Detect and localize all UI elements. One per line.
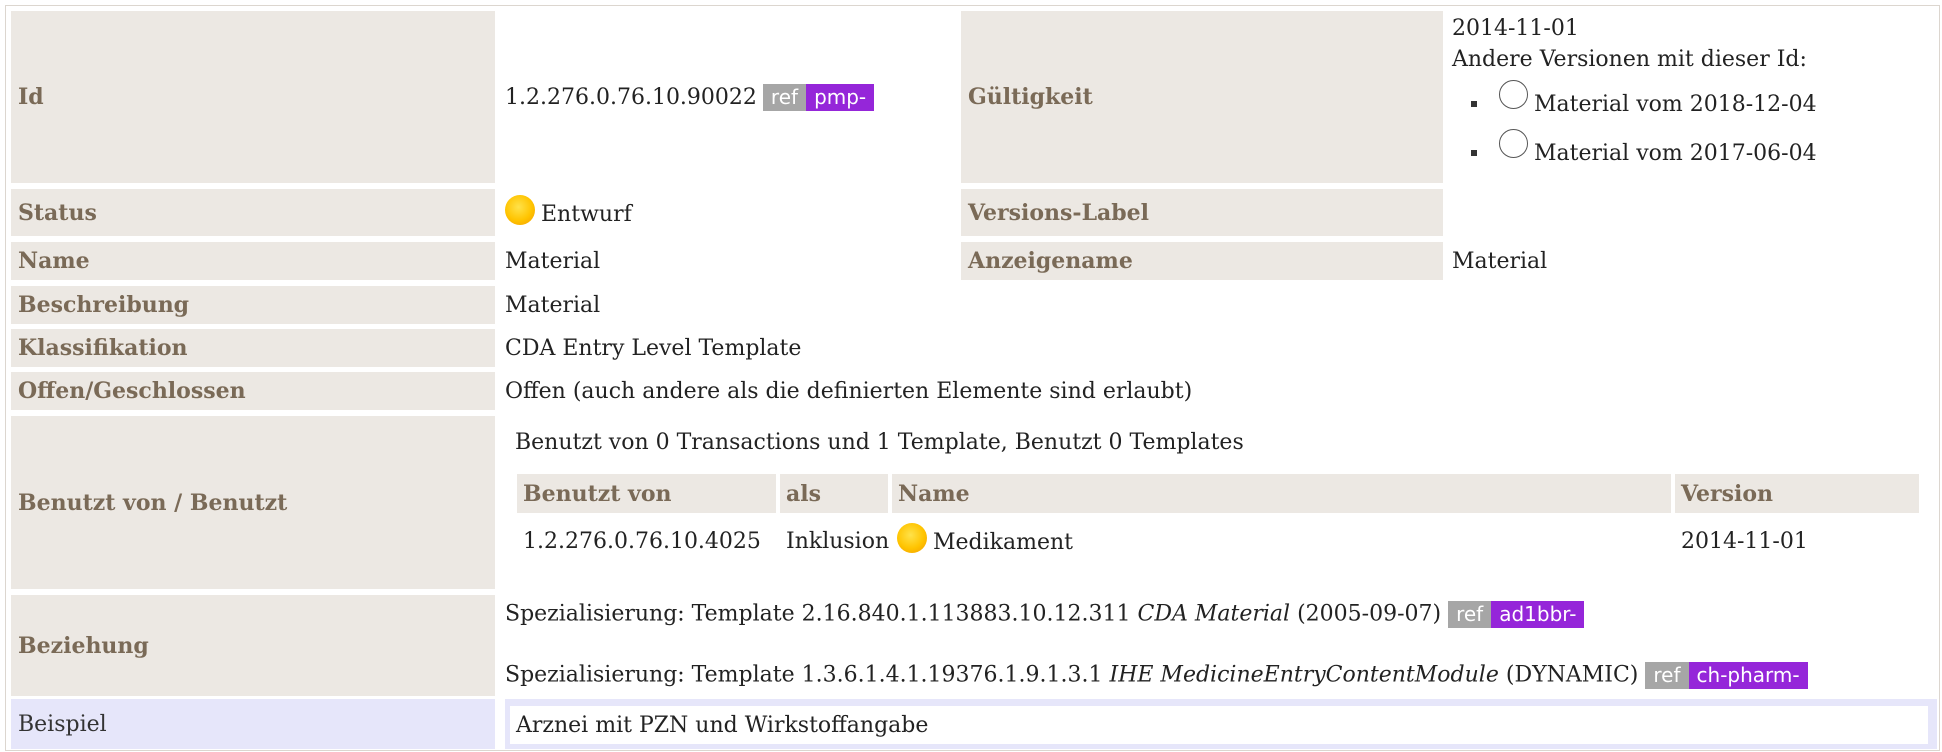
radio-icon[interactable]: [1499, 129, 1528, 158]
open-closed-label: Offen/Geschlossen: [11, 372, 495, 410]
id-label: Id: [11, 11, 495, 183]
other-versions-label: Andere Versionen mit dieser Id:: [1452, 47, 1807, 72]
display-name-value: Material: [1452, 248, 1548, 274]
radio-icon[interactable]: [1499, 80, 1528, 109]
ref-badge[interactable]: ref: [1645, 662, 1689, 689]
project-badge[interactable]: ad1bbr-: [1491, 601, 1585, 628]
draft-status-icon: [505, 195, 535, 225]
bullet-icon: [1471, 101, 1477, 107]
version-label-label: Versions-Label: [961, 189, 1443, 236]
project-badge[interactable]: ch-pharm-: [1688, 662, 1808, 689]
classification-value: CDA Entry Level Template: [505, 335, 802, 361]
status-value: Entwurf: [505, 195, 632, 227]
status-label: Status: [11, 189, 495, 236]
validity-label: Gültigkeit: [961, 11, 1443, 183]
relationship-item: Spezialisierung: Template 2.16.840.1.113…: [505, 601, 1585, 628]
validity-label-text: Gültigkeit: [968, 84, 1093, 110]
version-item-label: Material vom 2018-12-04: [1534, 92, 1817, 117]
version-item-2[interactable]: Material vom 2017-06-04: [1499, 129, 1817, 166]
ref-badge[interactable]: ref: [1448, 601, 1492, 628]
classification-label: Klassifikation: [11, 329, 495, 367]
name-label: Name: [11, 242, 495, 280]
status-label-text: Status: [18, 199, 97, 226]
display-name-label-text: Anzeigename: [968, 248, 1133, 274]
used-by-label: Benutzt von / Benutzt: [11, 416, 495, 589]
description-label: Beschreibung: [11, 286, 495, 324]
open-closed-value: Offen (auch andere als die definierten E…: [505, 378, 1193, 404]
bullet-icon: [1471, 150, 1477, 156]
version-label-text: Versions-Label: [968, 199, 1150, 226]
classification-label-text: Klassifikation: [18, 335, 188, 361]
ref-badge[interactable]: ref: [762, 83, 807, 111]
display-name-label: Anzeigename: [961, 242, 1443, 280]
version-item-1[interactable]: Material vom 2018-12-04: [1499, 80, 1817, 117]
relationship-prefix: Spezialisierung: Template 1.3.6.1.4.1.19…: [505, 662, 1103, 688]
used-by-label-text: Benutzt von / Benutzt: [18, 489, 288, 516]
relationship-prefix: Spezialisierung: Template 2.16.840.1.113…: [505, 601, 1131, 627]
example-label-text: Beispiel: [18, 711, 107, 737]
status-text: Entwurf: [541, 202, 632, 227]
relationship-label-text: Beziehung: [18, 632, 149, 659]
relationship-suffix: (DYNAMIC): [1505, 662, 1639, 688]
description-label-text: Beschreibung: [18, 292, 190, 318]
relationship-template-name[interactable]: CDA Material: [1138, 602, 1291, 627]
usage-version: 2014-11-01: [1681, 529, 1808, 554]
name-value: Material: [505, 248, 601, 274]
used-by-summary: Benutzt von 0 Transactions und 1 Templat…: [515, 430, 1244, 455]
relationship-template-name[interactable]: IHE MedicineEntryContentModule: [1110, 663, 1499, 688]
name-label-text: Name: [18, 248, 90, 274]
project-badge[interactable]: pmp-: [806, 83, 875, 111]
column-header-name: Name: [892, 474, 1671, 513]
version-item-label: Material vom 2017-06-04: [1534, 141, 1817, 166]
relationship-label: Beziehung: [11, 595, 495, 696]
validity-date: 2014-11-01: [1452, 16, 1579, 41]
id-value: 1.2.276.0.76.10.90022 ref pmp-: [505, 11, 875, 183]
relationship-item: Spezialisierung: Template 1.3.6.1.4.1.19…: [505, 662, 1808, 689]
usage-name[interactable]: Medikament: [897, 523, 1073, 555]
usage-name-text: Medikament: [933, 530, 1074, 555]
usage-template-id[interactable]: 1.2.276.0.76.10.4025: [523, 529, 761, 554]
template-id: 1.2.276.0.76.10.90022: [505, 84, 757, 110]
usage-type: Inklusion: [786, 529, 890, 554]
relationship-suffix: (2005-09-07): [1297, 601, 1442, 627]
id-label-text: Id: [18, 84, 44, 110]
open-closed-label-text: Offen/Geschlossen: [18, 378, 246, 404]
column-header-used-by: Benutzt von: [517, 474, 776, 513]
example-value: Arznei mit PZN und Wirkstoffangabe: [510, 706, 1928, 744]
draft-status-icon: [897, 523, 927, 553]
column-header-version: Version: [1675, 474, 1919, 513]
description-value: Material: [505, 292, 601, 318]
example-label: Beispiel: [11, 699, 495, 749]
column-header-as: als: [780, 474, 888, 513]
